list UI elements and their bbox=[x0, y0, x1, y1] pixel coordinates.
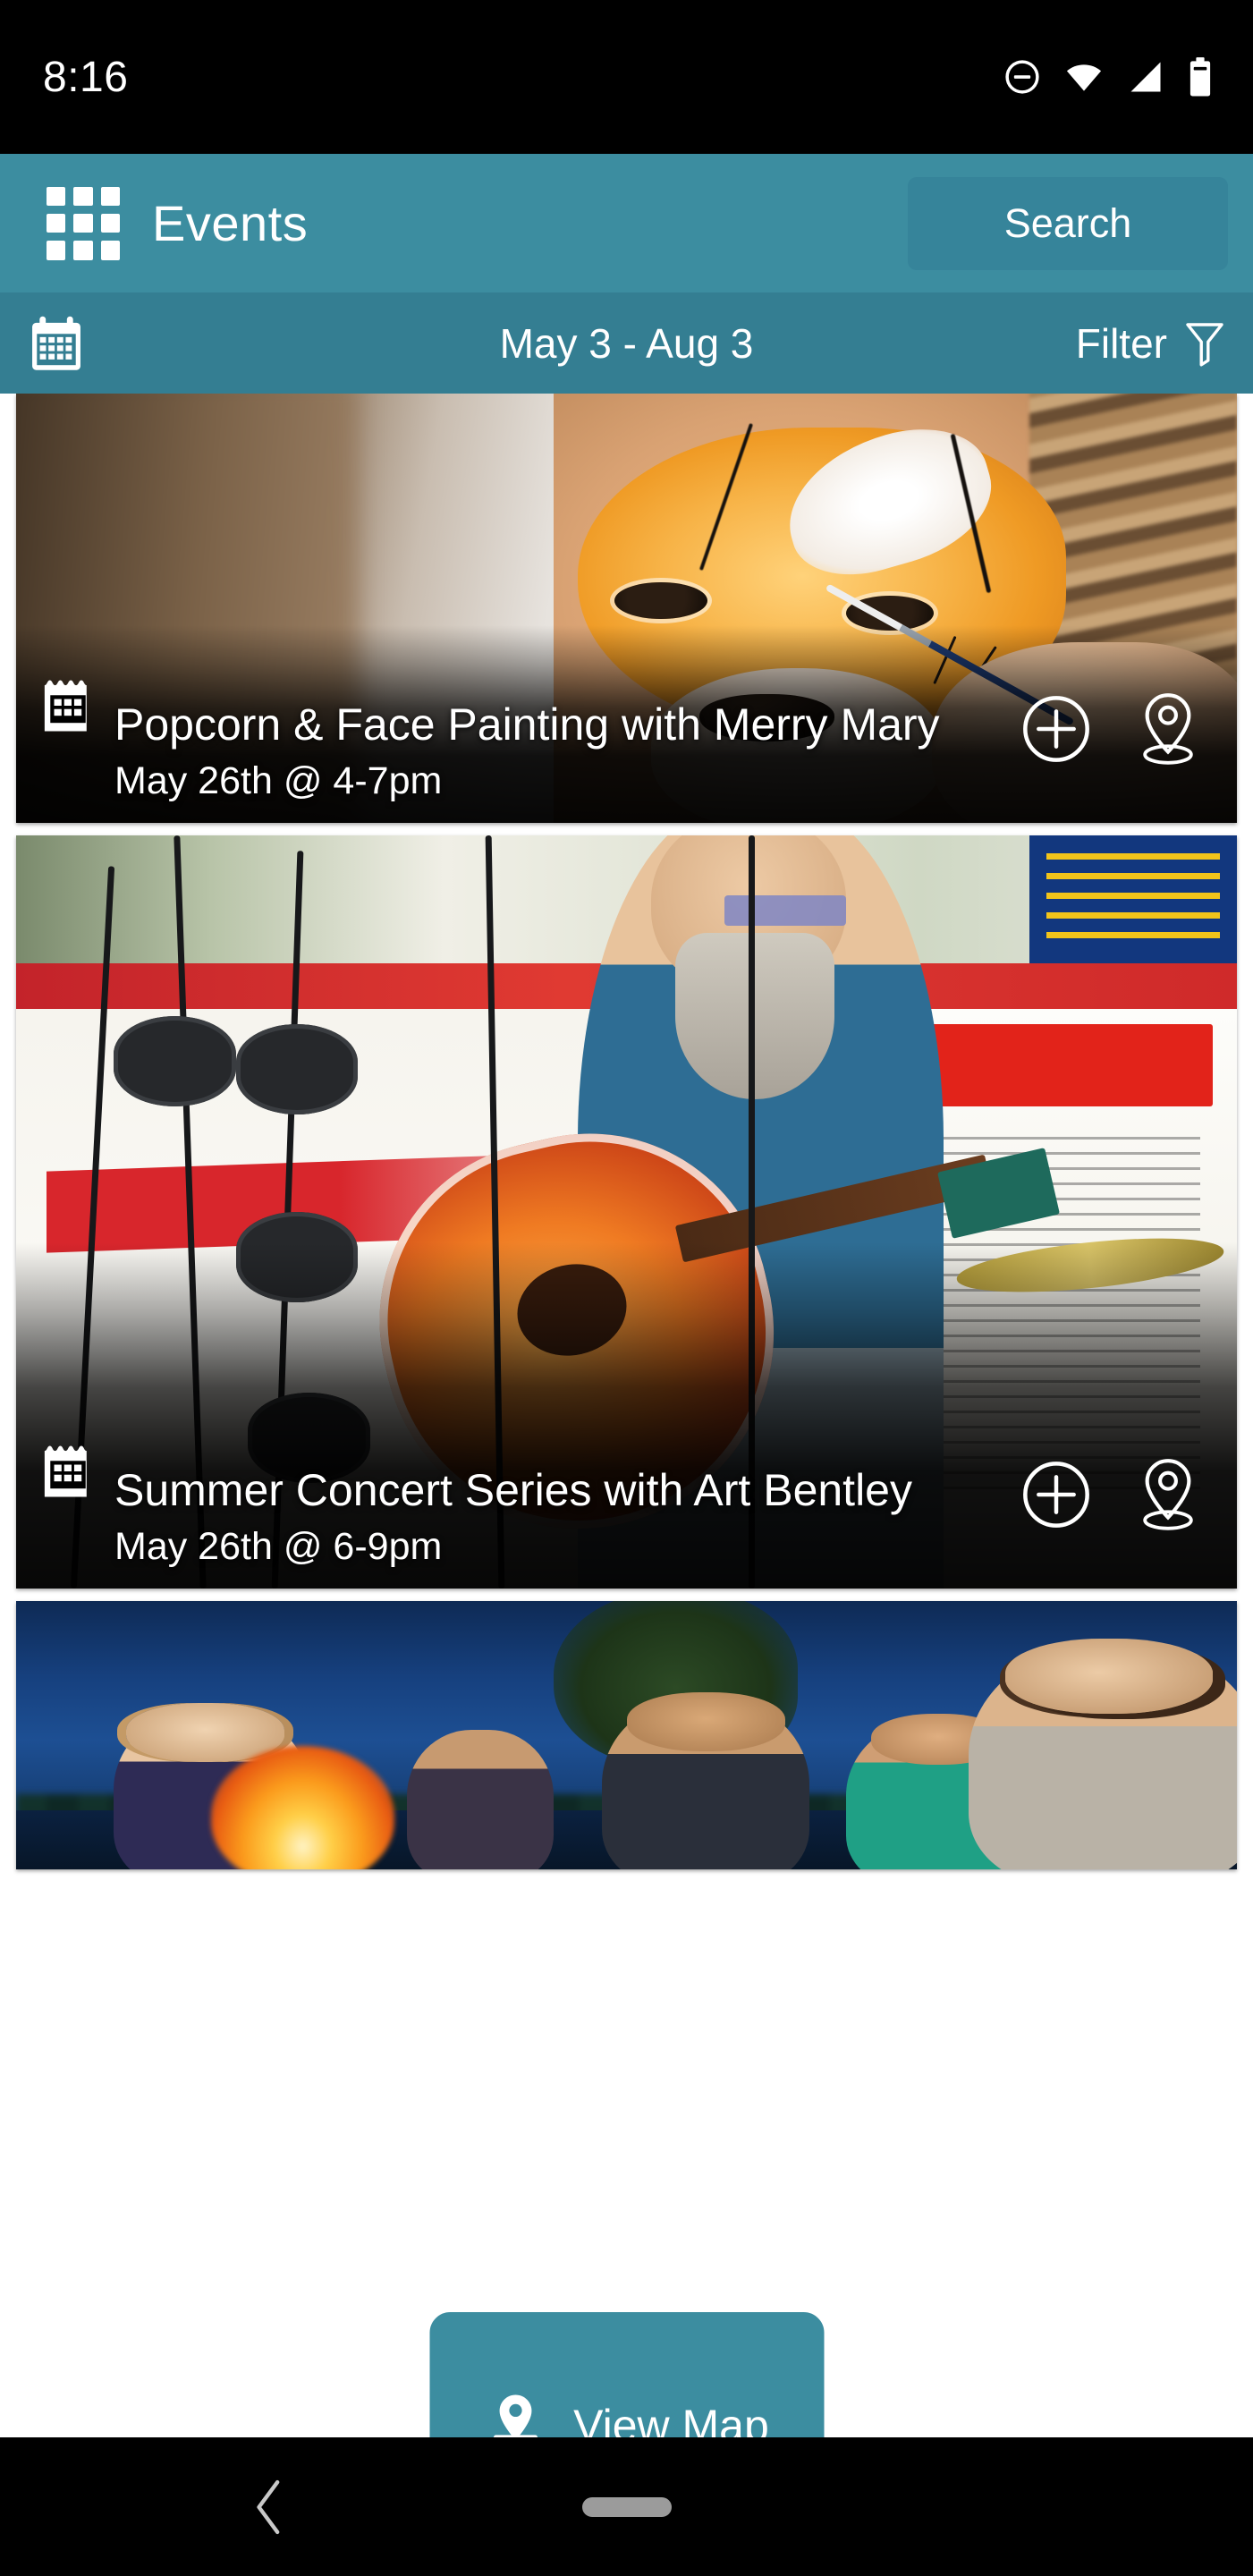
event-list[interactable]: Popcorn & Face Painting with Merry Mary … bbox=[0, 394, 1253, 2437]
event-title: Popcorn & Face Painting with Merry Mary bbox=[114, 699, 940, 750]
event-card[interactable] bbox=[16, 1601, 1237, 1869]
home-pill-icon[interactable] bbox=[581, 2496, 672, 2517]
phone-screen: 8:16 Events Search May 3 - Aug 3 Filter … bbox=[0, 0, 1253, 2576]
calendar-icon bbox=[44, 680, 87, 732]
status-bar: 8:16 bbox=[0, 0, 1253, 154]
event-text: Popcorn & Face Painting with Merry Mary … bbox=[114, 699, 1020, 803]
status-bar-clock: 8:16 bbox=[43, 53, 129, 101]
date-range-label[interactable]: May 3 - Aug 3 bbox=[0, 319, 1253, 368]
back-chevron-icon[interactable] bbox=[250, 2479, 286, 2536]
event-text: Summer Concert Series with Art Bentley M… bbox=[114, 1464, 1020, 1569]
cell-signal-icon bbox=[1130, 62, 1161, 92]
calendar-icon[interactable] bbox=[27, 314, 86, 373]
event-date: May 26th @ 4-7pm bbox=[114, 759, 443, 802]
map-pin-icon[interactable] bbox=[1135, 691, 1201, 767]
map-pin-icon[interactable] bbox=[1135, 1456, 1201, 1533]
plus-circle-icon[interactable] bbox=[1020, 1459, 1092, 1530]
event-date: May 26th @ 6-9pm bbox=[114, 1525, 443, 1568]
plus-circle-icon[interactable] bbox=[1020, 693, 1092, 765]
filter-label: Filter bbox=[1075, 319, 1167, 367]
event-card-body: Summer Concert Series with Art Bentley M… bbox=[16, 1440, 1237, 1589]
funnel-icon bbox=[1186, 322, 1223, 366]
battery-icon bbox=[1190, 57, 1211, 97]
event-title: Summer Concert Series with Art Bentley bbox=[114, 1465, 912, 1515]
event-actions bbox=[1020, 1456, 1201, 1533]
page-title: Events bbox=[152, 195, 309, 251]
event-card[interactable]: Summer Concert Series with Art Bentley M… bbox=[16, 835, 1237, 1589]
do-not-disturb-icon bbox=[1005, 60, 1039, 94]
calendar-icon bbox=[44, 1445, 87, 1497]
event-actions bbox=[1020, 691, 1201, 767]
app-bar: Events Search bbox=[0, 154, 1253, 292]
status-bar-icons bbox=[1003, 56, 1214, 97]
system-navigation-bar bbox=[0, 2437, 1253, 2576]
grid-menu-icon[interactable] bbox=[47, 186, 120, 260]
event-image-campfire-family bbox=[16, 1601, 1237, 1869]
filter-button[interactable]: Filter bbox=[1076, 319, 1226, 368]
wifi-icon bbox=[1066, 64, 1102, 91]
event-card[interactable]: Popcorn & Face Painting with Merry Mary … bbox=[16, 394, 1237, 823]
filter-bar: May 3 - Aug 3 Filter bbox=[0, 292, 1253, 394]
search-button[interactable]: Search bbox=[908, 176, 1228, 270]
event-card-body: Popcorn & Face Painting with Merry Mary … bbox=[16, 674, 1237, 823]
